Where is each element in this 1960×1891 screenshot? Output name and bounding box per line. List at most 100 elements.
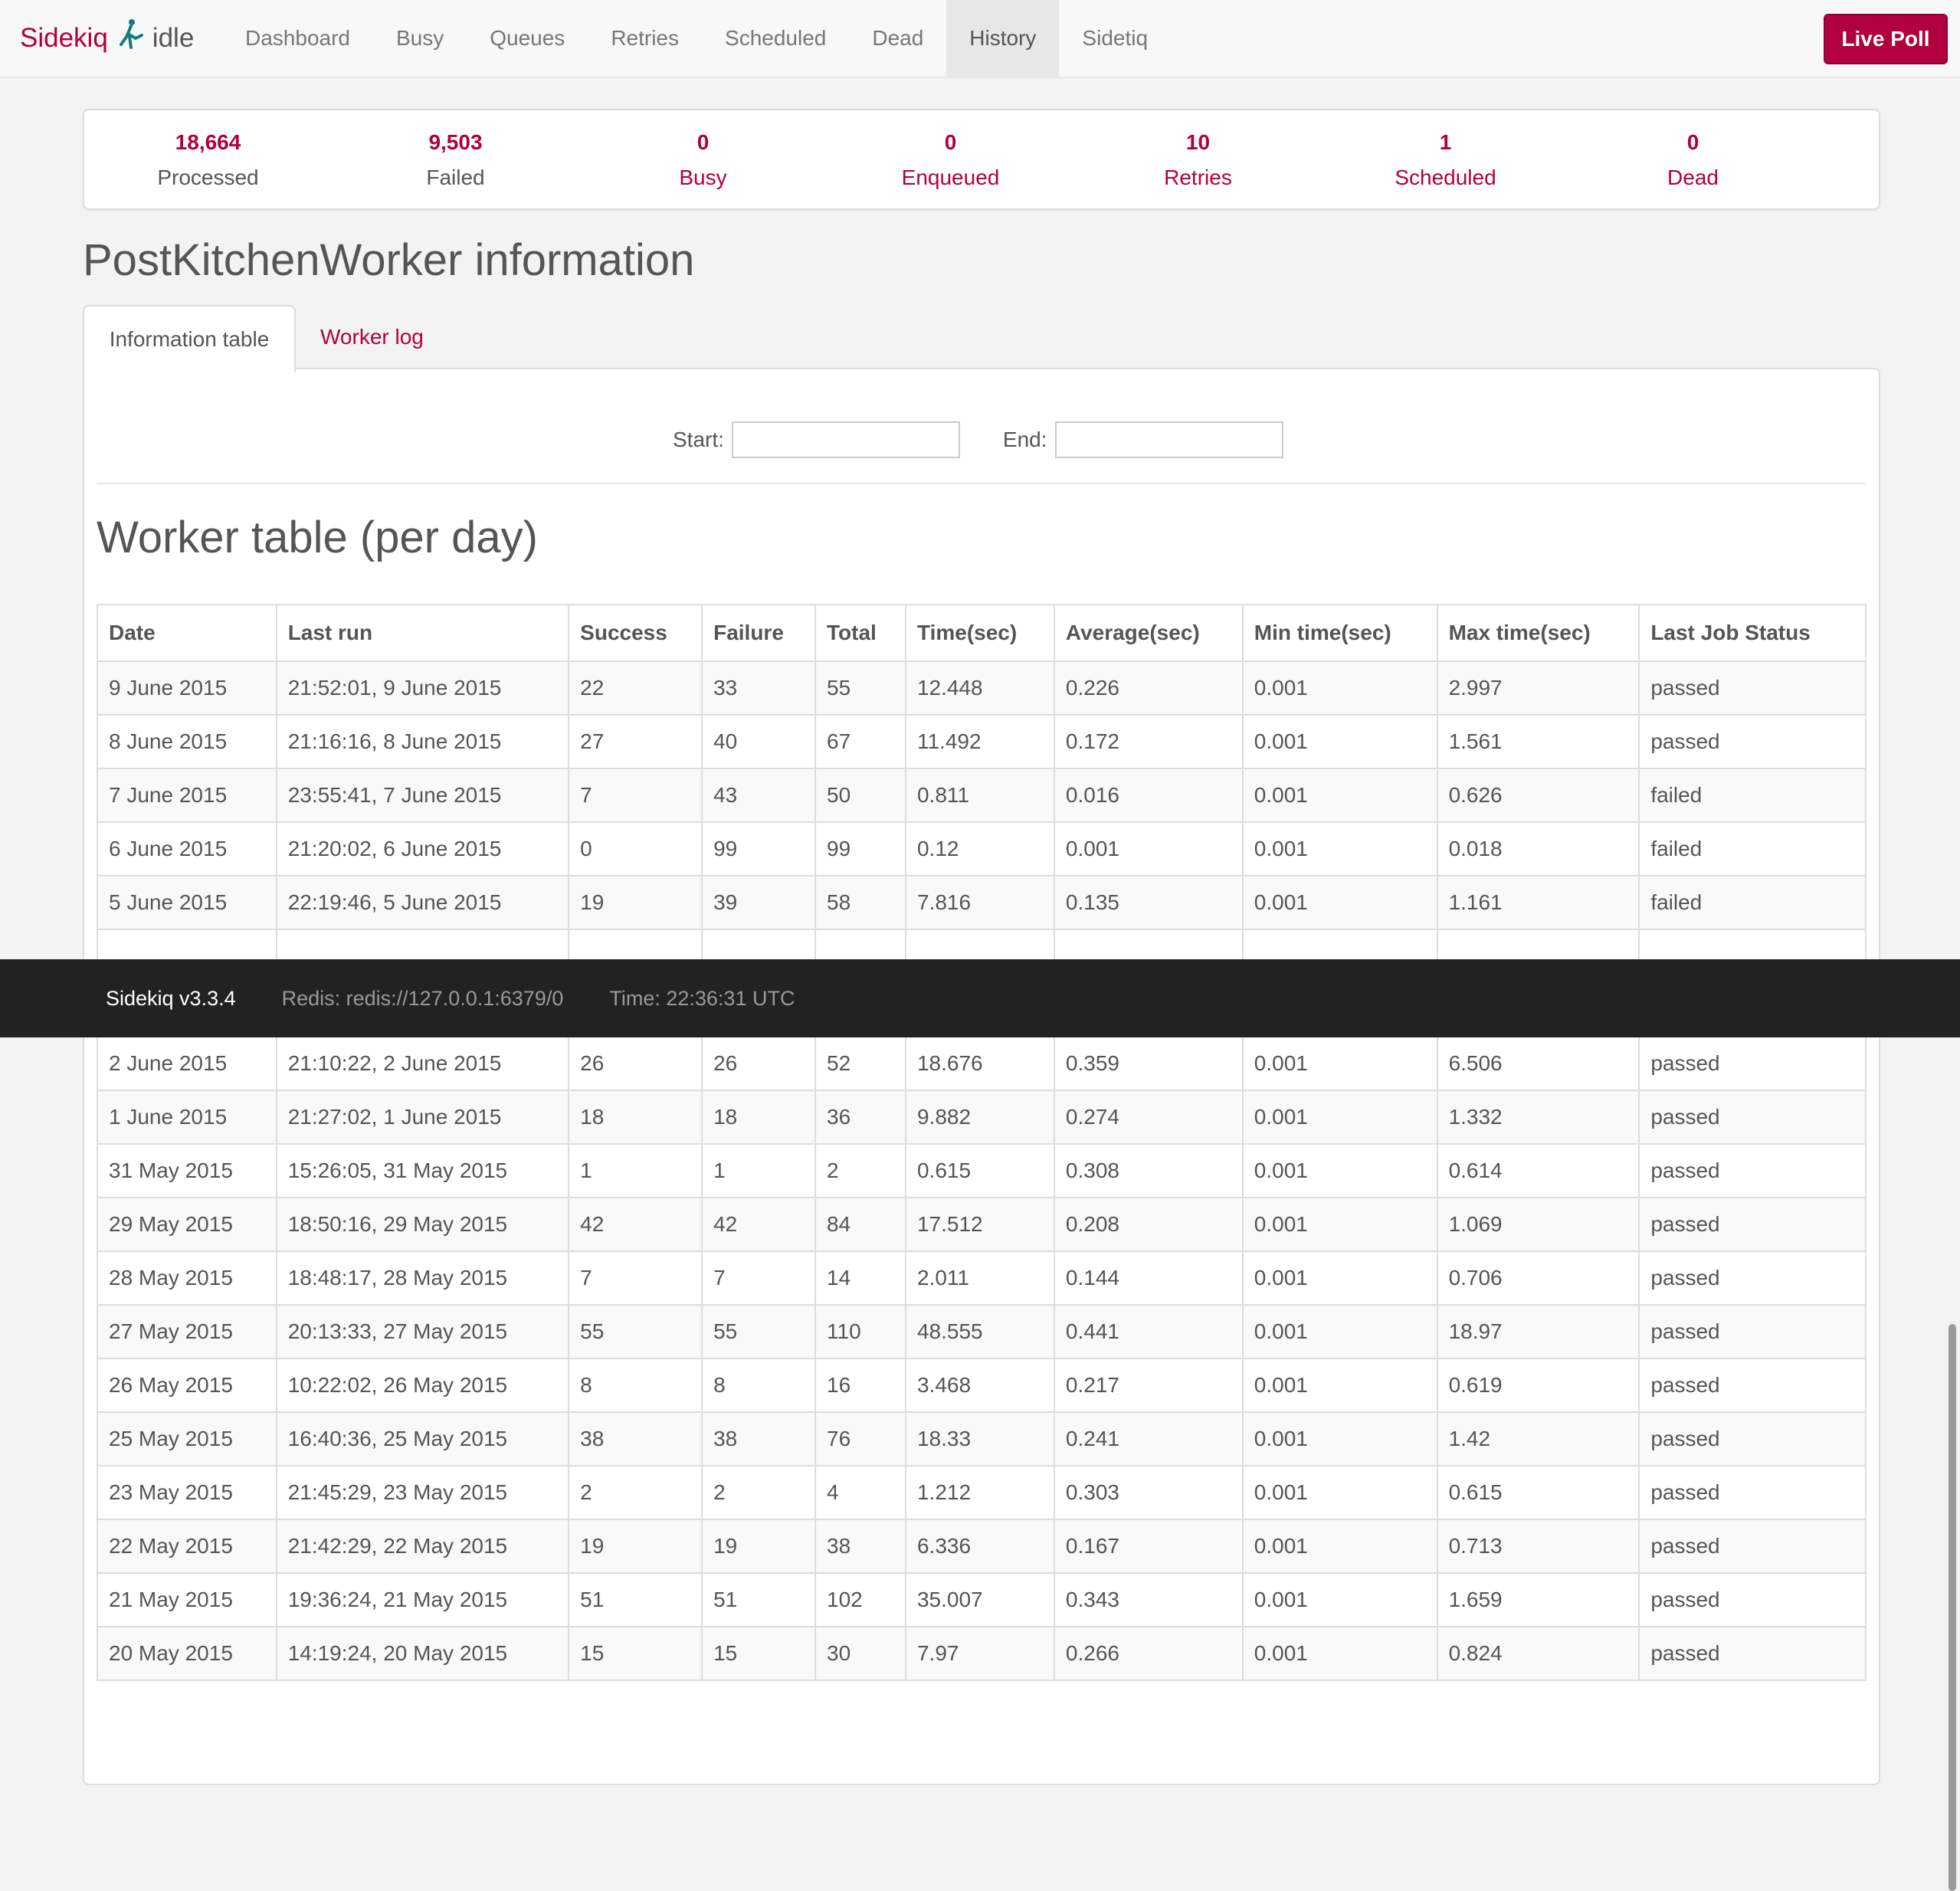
table-cell: 18 [701,1090,817,1145]
end-label: End: [1002,428,1047,451]
nav-scheduled[interactable]: Scheduled [702,0,849,77]
table-cell: 0.226 [1053,660,1244,716]
stat-label[interactable]: Retries [1074,166,1322,190]
stat-busy[interactable]: 0 Busy [579,110,827,190]
table-cell: 0.001 [1241,1304,1438,1359]
stat-label[interactable]: Scheduled [1322,166,1569,190]
main-nav: Dashboard Busy Queues Retries Scheduled … [222,0,1171,77]
table-cell: 7 [568,1250,703,1306]
table-cell: 16 [814,1358,906,1413]
table-cell: 2 [701,1465,817,1520]
table-cell: 0.135 [1053,875,1244,930]
table-cell: 21:27:02, 1 June 2015 [275,1090,570,1145]
nav-retries[interactable]: Retries [588,0,702,77]
table-cell: 0.001 [1241,1411,1438,1467]
table-cell: 0.12 [904,821,1055,877]
nav-queues[interactable]: Queues [467,0,588,77]
nav-sidetiq[interactable]: Sidetiq [1059,0,1171,77]
table-cell: 33 [701,660,817,716]
table-cell: 110 [814,1304,906,1359]
table-cell: 19 [568,1519,703,1574]
stat-label[interactable]: Enqueued [827,166,1074,190]
nav-history[interactable]: History [946,0,1060,77]
table-cell: 50 [814,768,906,823]
table-cell: 18:50:16, 29 May 2015 [275,1197,570,1252]
table-cell: 0.824 [1436,1626,1640,1681]
table-cell: 23 May 2015 [97,1465,277,1520]
brand-name[interactable]: Sidekiq [20,23,108,54]
stat-label[interactable]: Busy [579,166,827,190]
summary-bar: 18,664 Processed 9,503 Failed 0 Busy 0 E… [83,109,1880,210]
tab-information-table[interactable]: Information table [83,305,296,372]
column-header: Failure [701,604,817,662]
stat-dead[interactable]: 0 Dead [1569,110,1817,190]
table-cell: passed [1638,1465,1867,1520]
table-cell: 31 May 2015 [97,1143,277,1198]
end-date-input[interactable] [1054,421,1283,458]
sidekiq-kicker-icon [119,19,143,49]
stat-count[interactable]: 0 [1569,130,1817,155]
table-cell: 21:16:16, 8 June 2015 [275,714,570,769]
nav-dead[interactable]: Dead [849,0,946,77]
table-cell: passed [1638,1250,1867,1306]
table-row: 1 June 2015 21:27:02, 1 June 2015 18 18 36 9.… [97,1090,1867,1145]
table-cell: 0.217 [1053,1358,1244,1413]
scrollbar-thumb[interactable] [1949,1324,1956,1891]
table-cell: 6.336 [904,1519,1055,1574]
start-date-input[interactable] [731,421,960,458]
nav-dashboard[interactable]: Dashboard [222,0,373,77]
table-cell: 0.343 [1053,1572,1244,1627]
table-cell: 99 [701,821,817,877]
column-header: Min time(sec) [1241,604,1438,662]
status-text: idle [152,23,195,53]
table-cell: 0.441 [1053,1304,1244,1359]
table-cell: 21:20:02, 6 June 2015 [275,821,570,877]
table-cell: 2 June 2015 [97,1036,277,1091]
table-cell: 0.001 [1241,1358,1438,1413]
table-cell: 19 [701,1519,817,1574]
stat-label[interactable]: Dead [1569,166,1817,190]
table-cell: 6.506 [1436,1036,1640,1091]
table-cell: 20 May 2015 [97,1626,277,1681]
table-cell: 99 [814,821,906,877]
table-cell: 22 May 2015 [97,1519,277,1574]
brand[interactable]: Sidekiq idle [20,0,194,77]
table-cell: 7.816 [904,875,1055,930]
column-header: Success [568,604,703,662]
table-cell: 0.001 [1241,1143,1438,1198]
table-header-row: Date Last run Success Failure Total Time… [97,604,1867,662]
stat-enqueued[interactable]: 0 Enqueued [827,110,1074,190]
tab-worker-log[interactable]: Worker log [320,305,424,369]
table-cell: 39 [701,875,817,930]
table-row: 22 May 2015 21:42:29, 22 May 2015 19 19 38 6.… [97,1519,1867,1574]
table-cell: 8 [568,1358,703,1413]
nav-busy[interactable]: Busy [373,0,467,77]
live-poll-button[interactable]: Live Poll [1824,14,1948,64]
table-cell: 9 June 2015 [97,660,277,716]
table-cell: 25 May 2015 [97,1411,277,1467]
stat-count[interactable]: 1 [1322,130,1569,155]
table-row: 2 June 2015 21:10:22, 2 June 2015 26 26 52 18… [97,1036,1867,1091]
stat-count[interactable]: 10 [1074,130,1322,155]
table-cell: passed [1638,1304,1867,1359]
stat-count[interactable]: 0 [827,130,1074,155]
stat-scheduled[interactable]: 1 Scheduled [1322,110,1569,190]
table-cell: 22:19:46, 5 June 2015 [275,875,570,930]
table-cell: 55 [568,1304,703,1359]
table-cell: 1.212 [904,1465,1055,1520]
table-cell: 0.144 [1053,1250,1244,1306]
server-time: Time: 22:36:31 UTC [609,986,795,1010]
column-header: Date [97,604,277,662]
table-cell: 8 [701,1358,817,1413]
table-cell: 38 [701,1411,817,1467]
stat-retries[interactable]: 10 Retries [1074,110,1322,190]
tab-panel: Start: End: Worker table (per day) Date … [83,368,1880,1785]
table-cell: 40 [701,714,817,769]
table-cell: 20:13:33, 27 May 2015 [275,1304,570,1359]
table-cell: 0.001 [1241,1626,1438,1681]
table-cell: 10:22:02, 26 May 2015 [275,1358,570,1413]
table-title: Worker table (per day) [97,513,538,562]
stat-count[interactable]: 0 [579,130,827,155]
table-row: 20 May 2015 14:19:24, 20 May 2015 15 15 30 7.… [97,1626,1867,1681]
table-cell: 38 [568,1411,703,1467]
